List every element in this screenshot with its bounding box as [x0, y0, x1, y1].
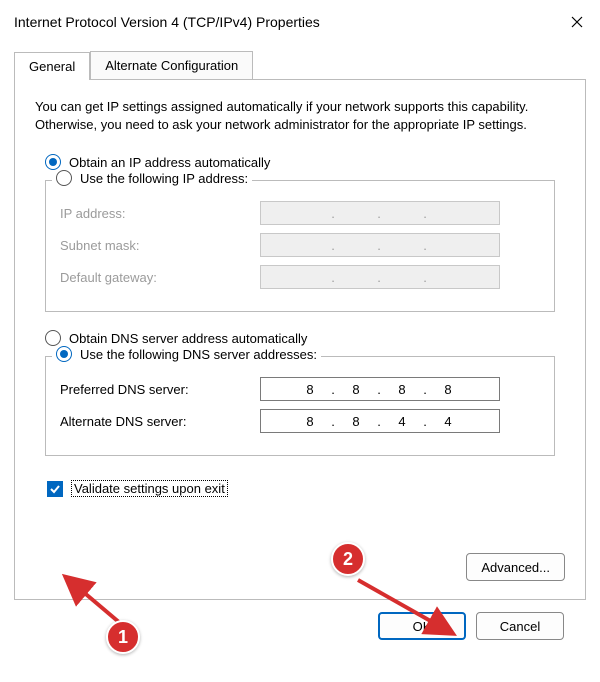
checkbox-icon — [47, 481, 63, 497]
default-gateway-input: ... — [260, 265, 500, 289]
octet: 8 — [429, 382, 469, 397]
octet: 4 — [383, 414, 423, 429]
group-ip-manual: Use the following IP address: IP address… — [45, 180, 555, 312]
annotation-badge-2: 2 — [331, 542, 365, 576]
octet: 8 — [337, 382, 377, 397]
octet: 8 — [383, 382, 423, 397]
radio-obtain-ip-auto[interactable]: Obtain an IP address automatically — [45, 154, 565, 170]
intro-text: You can get IP settings assigned automat… — [35, 98, 565, 134]
radio-use-following-dns[interactable]: Use the following DNS server addresses: — [52, 346, 321, 362]
radio-label: Obtain an IP address automatically — [69, 155, 270, 170]
cancel-button[interactable]: Cancel — [476, 612, 564, 640]
label: IP address: — [60, 206, 260, 221]
radio-use-following-ip[interactable]: Use the following IP address: — [52, 170, 252, 186]
field-default-gateway: Default gateway: ... — [60, 265, 540, 289]
ip-address-input: ... — [260, 201, 500, 225]
label: Default gateway: — [60, 270, 260, 285]
label: Preferred DNS server: — [60, 382, 260, 397]
button-label: Advanced... — [481, 560, 550, 575]
octet: 4 — [429, 414, 469, 429]
radio-icon — [45, 330, 61, 346]
tab-strip: General Alternate Configuration — [14, 52, 586, 80]
title-bar: Internet Protocol Version 4 (TCP/IPv4) P… — [0, 0, 600, 44]
radio-obtain-dns-auto[interactable]: Obtain DNS server address automatically — [45, 330, 565, 346]
field-alternate-dns: Alternate DNS server: 8. 8. 4. 4 — [60, 409, 540, 433]
checkbox-validate-settings[interactable]: Validate settings upon exit — [47, 480, 565, 497]
window-body: General Alternate Configuration You can … — [0, 44, 600, 654]
label: Alternate DNS server: — [60, 414, 260, 429]
preferred-dns-input[interactable]: 8. 8. 8. 8 — [260, 377, 500, 401]
checkbox-label: Validate settings upon exit — [71, 480, 228, 497]
octet: 8 — [291, 382, 331, 397]
octet: 8 — [291, 414, 331, 429]
close-button[interactable] — [554, 0, 600, 44]
group-dns-manual: Use the following DNS server addresses: … — [45, 356, 555, 456]
radio-label: Obtain DNS server address automatically — [69, 331, 307, 346]
octet: 8 — [337, 414, 377, 429]
field-subnet-mask: Subnet mask: ... — [60, 233, 540, 257]
radio-label: Use the following IP address: — [80, 171, 248, 186]
close-icon — [571, 16, 583, 28]
tab-panel-general: You can get IP settings assigned automat… — [14, 80, 586, 600]
radio-icon — [45, 154, 61, 170]
radio-icon — [56, 170, 72, 186]
tab-general[interactable]: General — [14, 52, 90, 80]
alternate-dns-input[interactable]: 8. 8. 4. 4 — [260, 409, 500, 433]
annotation-arrow-2 — [350, 574, 470, 644]
tab-alternate-label: Alternate Configuration — [105, 58, 238, 73]
tab-alternate-configuration[interactable]: Alternate Configuration — [90, 51, 253, 79]
tab-general-label: General — [29, 59, 75, 74]
subnet-mask-input: ... — [260, 233, 500, 257]
radio-label: Use the following DNS server addresses: — [80, 347, 317, 362]
field-ip-address: IP address: ... — [60, 201, 540, 225]
annotation-badge-1: 1 — [106, 620, 140, 654]
label: Subnet mask: — [60, 238, 260, 253]
advanced-button[interactable]: Advanced... — [466, 553, 565, 581]
button-label: Cancel — [500, 619, 540, 634]
field-preferred-dns: Preferred DNS server: 8. 8. 8. 8 — [60, 377, 540, 401]
checkmark-icon — [49, 483, 61, 495]
radio-icon — [56, 346, 72, 362]
window-title: Internet Protocol Version 4 (TCP/IPv4) P… — [14, 14, 554, 30]
